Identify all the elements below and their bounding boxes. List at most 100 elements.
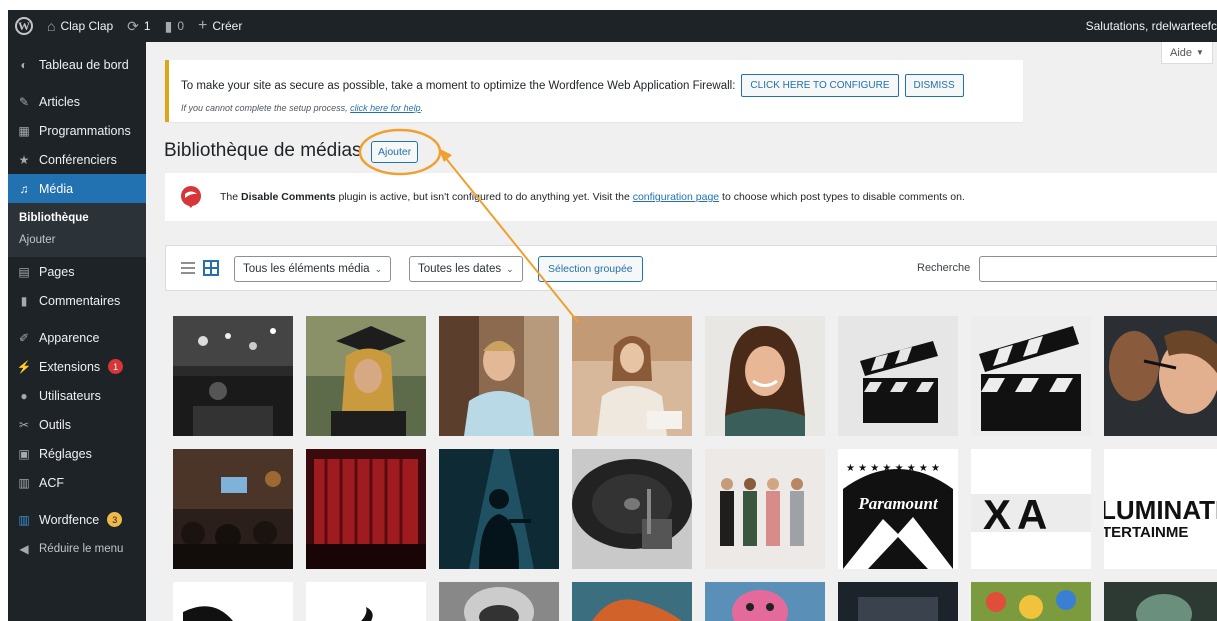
menu-item-conferenciers[interactable]: ★ Conférenciers [8, 145, 146, 174]
star-icon: ★ [18, 152, 30, 167]
media-tile-group-people[interactable] [705, 449, 825, 569]
comments-menu[interactable]: ▮ 0 [158, 10, 191, 42]
media-tile-woman-speaking[interactable] [572, 316, 692, 436]
entertainment-text: TERTAINME [1104, 524, 1188, 541]
media-tile-makeup[interactable] [1104, 316, 1217, 436]
account-menu[interactable]: Salutations, rdelwarteefc [1079, 10, 1217, 42]
media-tile-cinema-audience[interactable] [173, 449, 293, 569]
plugin-icon: ⚡ [16, 359, 32, 374]
dc-post: to choose which post types to disable co… [722, 191, 965, 203]
menu-item-articles[interactable]: ✎ Articles [8, 87, 146, 116]
refresh-icon: ⟳ [127, 17, 139, 34]
updates-menu[interactable]: ⟳ 1 [120, 10, 157, 42]
search-input[interactable] [979, 256, 1217, 282]
menu-item-utilisateurs[interactable]: ● Utilisateurs [8, 381, 146, 410]
media-tile-row3-5[interactable] [705, 582, 825, 621]
media-tile-graduate[interactable] [306, 316, 426, 436]
wp-logo-menu[interactable]: W [8, 10, 40, 42]
media-tile-red-curtain[interactable] [306, 449, 426, 569]
site-name-menu[interactable]: ⌂ Clap Clap [40, 10, 120, 42]
menu-item-outils[interactable]: ✂ Outils [8, 410, 146, 439]
list-view-icon[interactable] [180, 260, 196, 276]
menu-label: Réglages [39, 446, 92, 461]
menu-label: Commentaires [39, 293, 121, 308]
media-tile-row3-1[interactable] [173, 582, 293, 621]
calendar-icon: ▦ [18, 123, 30, 138]
paramount-text: Paramount [857, 494, 939, 513]
media-tile-pixar-logo[interactable]: XA [971, 449, 1091, 569]
submenu-ajouter[interactable]: Ajouter [8, 229, 146, 251]
menu-item-commentaires[interactable]: ▮ Commentaires [8, 286, 146, 315]
home-icon: ⌂ [47, 18, 56, 34]
menu-item-wordfence[interactable]: ▥ Wordfence 3 [8, 505, 146, 534]
media-tile-clapperboard-2[interactable] [971, 316, 1091, 436]
pixar-text: XA [983, 491, 1053, 538]
menu-item-programmations[interactable]: ▦ Programmations [8, 116, 146, 145]
help-tab[interactable]: Aide ▼ [1161, 42, 1213, 64]
submenu-bibliotheque[interactable]: Bibliothèque [8, 207, 146, 229]
bulk-select-button[interactable]: Sélection groupée [538, 256, 643, 282]
media-tile-row3-3[interactable] [439, 582, 559, 621]
media-tile-row3-2[interactable] [306, 582, 426, 621]
chevron-down-icon: ⌄ [506, 263, 514, 274]
wordfence-notice: To make your site as secure as possible,… [165, 60, 1023, 122]
media-tile-turntable[interactable] [572, 449, 692, 569]
media-toolbar: Tous les éléments média ⌄ Toutes les dat… [165, 245, 1217, 291]
menu-label: Utilisateurs [39, 388, 101, 403]
configuration-page-link[interactable]: configuration page [633, 191, 719, 203]
date-filter[interactable]: Toutes les dates ⌄ [409, 256, 523, 282]
menu-label: Extensions [39, 359, 101, 374]
comment-icon: ▮ [164, 17, 173, 34]
page-icon: ▤ [18, 264, 30, 279]
menu-item-acf[interactable]: ▥ ACF [8, 468, 146, 497]
dc-plugin-name: Disable Comments [241, 191, 336, 203]
media-tile-man-smiling[interactable] [439, 316, 559, 436]
menu-label: Wordfence [39, 512, 100, 527]
site-name: Clap Clap [60, 19, 114, 33]
wordfence-icon: ▥ [18, 512, 30, 527]
media-tile-row3-6[interactable] [838, 582, 958, 621]
add-media-button[interactable]: Ajouter [371, 141, 419, 163]
new-content-menu[interactable]: + Créer [191, 10, 249, 42]
menu-item-collapse[interactable]: ◀ Réduire le menu [8, 534, 146, 563]
menu-item-extensions[interactable]: ⚡ Extensions 1 [8, 352, 146, 381]
dismiss-button[interactable]: DISMISS [904, 74, 964, 97]
acf-icon: ▥ [18, 475, 30, 490]
users-icon: ● [20, 388, 28, 403]
media-tile-row3-4[interactable] [572, 582, 692, 621]
wordpress-icon: W [15, 17, 33, 35]
admin-sidebar: ◐ Tableau de bord ✎ Articles ▦ Programma… [8, 42, 146, 621]
grid-view-icon[interactable] [203, 260, 219, 276]
menu-item-dashboard[interactable]: ◐ Tableau de bord [8, 50, 146, 79]
menu-item-apparence[interactable]: ✐ Apparence [8, 323, 146, 352]
wordfence-notice-text: To make your site as secure as possible,… [181, 79, 736, 92]
plus-icon: + [198, 17, 208, 34]
menu-label: Articles [39, 94, 80, 109]
menu-item-reglages[interactable]: ▣ Réglages [8, 439, 146, 468]
media-tile-row3-7[interactable] [971, 582, 1091, 621]
media-type-filter[interactable]: Tous les éléments média ⌄ [234, 256, 392, 282]
configure-firewall-button[interactable]: CLICK HERE TO CONFIGURE [741, 74, 899, 97]
menu-item-pages[interactable]: ▤ Pages [8, 257, 146, 286]
media-tile-row3-8[interactable] [1104, 582, 1217, 621]
new-content-label: Créer [212, 19, 243, 33]
media-submenu: Bibliothèque Ajouter [8, 203, 146, 257]
admin-bar: W ⌂ Clap Clap ⟳ 1 ▮ 0 + Créer Salutation… [8, 10, 1217, 42]
media-icon: ♫ [19, 181, 29, 196]
media-tile-clapperboard-1[interactable] [838, 316, 958, 436]
help-link[interactable]: click here for help [350, 103, 421, 113]
menu-item-media[interactable]: ♫ Média [8, 174, 146, 203]
media-tile-silhouette[interactable] [439, 449, 559, 569]
help-prefix: If you cannot complete the setup process… [181, 103, 348, 113]
media-tile-paramount-logo[interactable]: ★ ★ ★ ★ ★ ★ ★ ★ Paramount [838, 449, 958, 569]
menu-label: Programmations [39, 123, 131, 138]
svg-text:★ ★ ★ ★ ★ ★ ★ ★: ★ ★ ★ ★ ★ ★ ★ ★ [846, 463, 940, 474]
media-tile-concert-bw[interactable] [173, 316, 293, 436]
menu-label: Conférenciers [39, 152, 117, 167]
illumination-text: LUMINATI [1104, 495, 1217, 525]
help-suffix: . [420, 103, 424, 113]
disable-comments-notice: The Disable Comments plugin is active, b… [165, 173, 1217, 221]
media-tile-woman-curly-hair[interactable] [705, 316, 825, 436]
media-tile-illumination-logo[interactable]: LUMINATI TERTAINME [1104, 449, 1217, 569]
wordfence-badge: 3 [107, 512, 123, 527]
